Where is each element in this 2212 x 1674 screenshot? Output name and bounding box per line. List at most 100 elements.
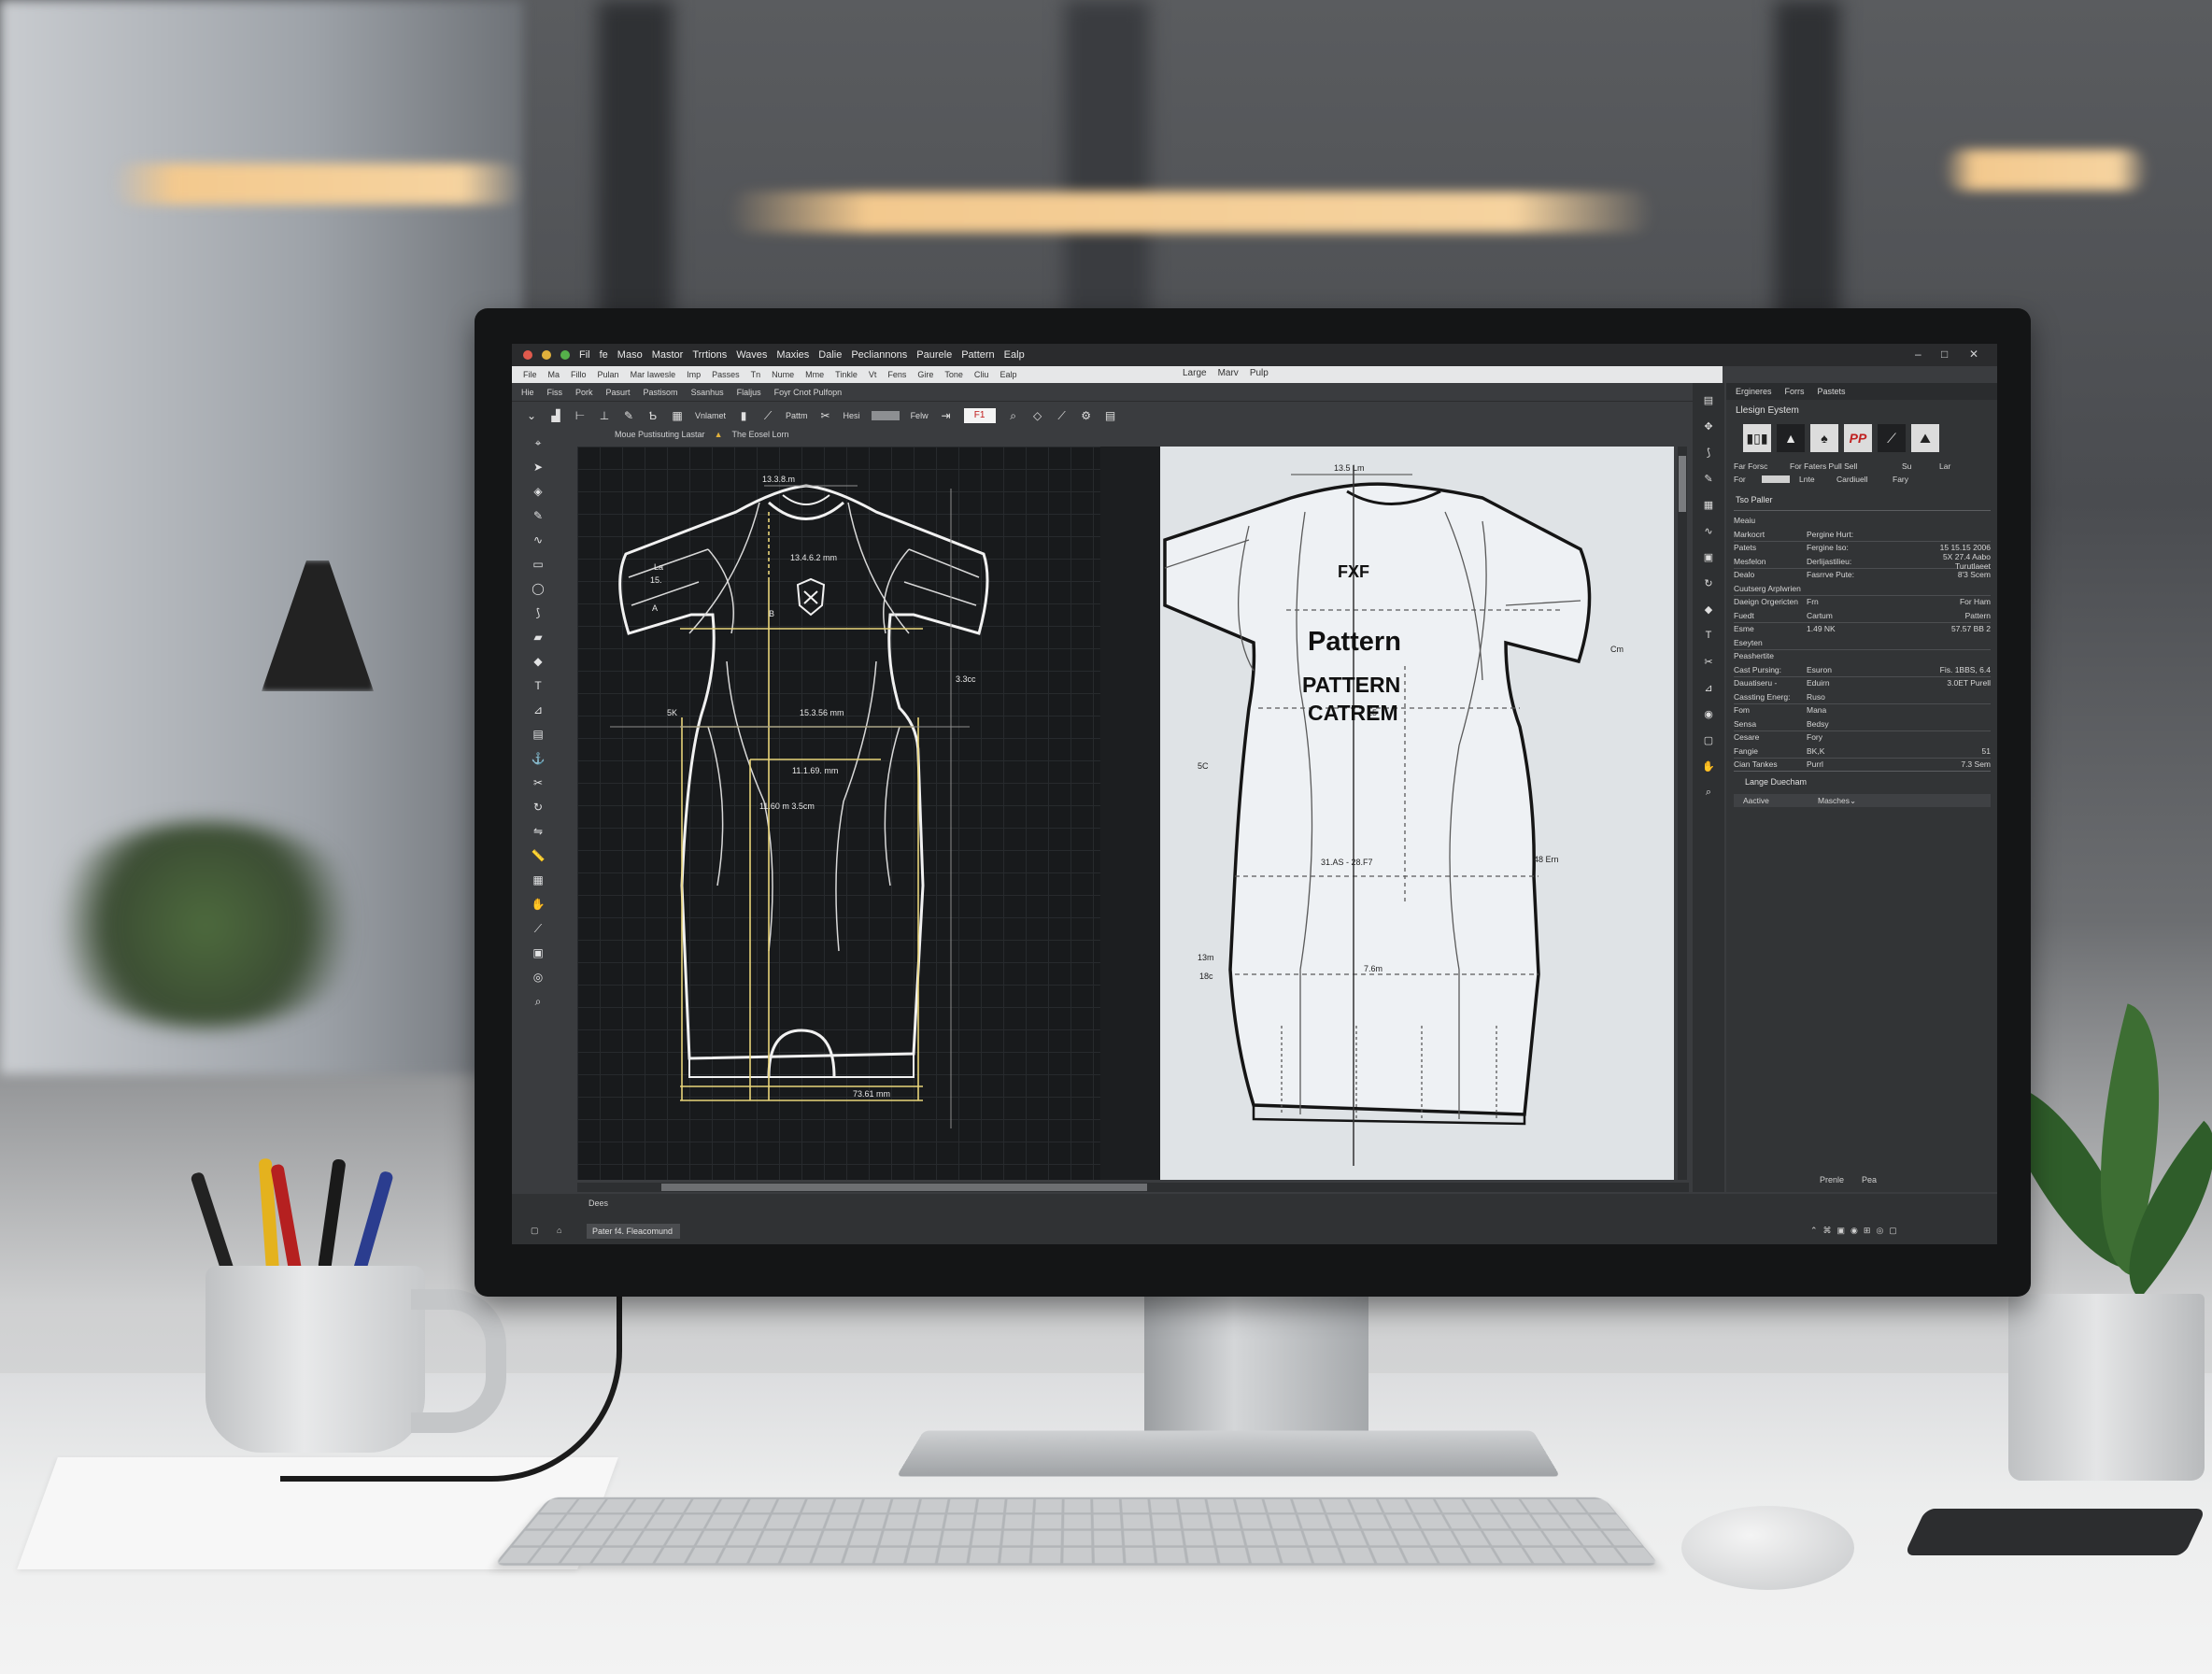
chevron-down-icon[interactable]: ⌄ — [1850, 796, 1863, 806]
menu-item[interactable]: Ealp — [1004, 349, 1025, 361]
brush-icon[interactable]: ⟆ — [531, 605, 546, 620]
property-row[interactable]: Cesare Fory — [1734, 731, 1991, 744]
close-button[interactable]: ✕ — [1969, 348, 1978, 361]
vertical-scroll-thumb[interactable] — [1679, 456, 1686, 512]
fill-icon[interactable]: ◆ — [1702, 603, 1715, 616]
hand-icon[interactable]: ✋ — [531, 897, 546, 912]
menu-item[interactable]: Nume — [772, 370, 794, 379]
eraser-icon[interactable]: ▰ — [531, 630, 546, 645]
text-icon[interactable]: T — [531, 678, 546, 693]
scissors-icon[interactable]: ✂ — [531, 775, 546, 790]
menu-item[interactable]: Maxies — [776, 349, 809, 361]
scissors-icon[interactable]: ✂ — [819, 409, 832, 422]
panel-tab[interactable]: Forrs — [1785, 387, 1805, 396]
menu-item[interactable]: Paurele — [916, 349, 952, 361]
tree-icon[interactable]: ♠ — [1810, 424, 1838, 452]
pencil-icon[interactable]: ✎ — [622, 409, 635, 422]
bar-chart-icon[interactable]: ▮▯▮ — [1743, 424, 1771, 452]
rotate-icon[interactable]: ↻ — [1702, 577, 1715, 589]
menu-item[interactable]: Mme — [805, 370, 824, 379]
menu-item[interactable]: Trrtions — [692, 349, 727, 361]
rotate-icon[interactable]: ↻ — [531, 800, 546, 815]
shirt-icon[interactable]: ▟ — [549, 409, 562, 422]
anchor-icon[interactable]: ⚓ — [531, 751, 546, 766]
menu-item[interactable]: Pecliannons — [851, 349, 907, 361]
arrow-icon[interactable]: ➤ — [531, 460, 546, 475]
menu-item[interactable]: Mar Iawesle — [631, 370, 676, 379]
text-icon[interactable]: T — [1702, 630, 1715, 641]
maximize-button[interactable]: □ — [1941, 348, 1948, 361]
menu-item[interactable]: Gire — [917, 370, 933, 379]
menu-item[interactable]: Imp — [687, 370, 701, 379]
menu-item[interactable]: Ealp — [1000, 370, 1016, 379]
property-row[interactable]: Cast Pursing: Esuron Fis. 1BBS, 6.4 — [1734, 663, 1991, 677]
zoom-icon[interactable]: ⌕ — [531, 994, 546, 1009]
grid-icon[interactable]: ▦ — [1702, 499, 1715, 511]
menu-item[interactable]: Maso — [617, 349, 643, 361]
dark-pattern-canvas[interactable]: 13.3.8.m La 15. 13.4.6.2 mm 3.3cc 15.3.5… — [577, 447, 1100, 1180]
maximize-dot[interactable] — [560, 350, 570, 360]
target-icon[interactable]: ◎ — [531, 970, 546, 985]
property-row[interactable]: Fom Mana — [1734, 703, 1991, 716]
pp-icon[interactable]: PP — [1844, 424, 1872, 452]
pen-icon[interactable]: ✎ — [1702, 473, 1715, 485]
eyedropper-icon[interactable]: ⟋ — [1056, 409, 1069, 422]
menu-item[interactable]: Tone — [944, 370, 963, 379]
close-dot[interactable] — [523, 350, 532, 360]
eye-icon[interactable]: ◉ — [1702, 708, 1715, 720]
menu-item[interactable]: Ma — [548, 370, 560, 379]
color-swatch[interactable] — [1762, 475, 1790, 483]
toolbar-item[interactable]: Pork — [575, 388, 593, 397]
status-icons[interactable]: ⌃⌘▣◉⊞◎▢ — [1810, 1226, 1903, 1236]
property-row[interactable]: Dauatiseru - Eduirn 3.0ET Purell — [1734, 676, 1991, 689]
property-row[interactable]: Dealo Fasrrve Pute: 8'3 Scem — [1734, 568, 1991, 581]
menu-item[interactable]: Mastor — [652, 349, 684, 361]
menu-item[interactable]: File — [523, 370, 537, 379]
property-row[interactable]: Esme 1.49 NK 57.57 BB 2 — [1734, 622, 1991, 635]
hand-icon[interactable]: ✋ — [1702, 760, 1715, 773]
menu-item[interactable]: Waves — [736, 349, 767, 361]
zoom-icon[interactable]: ⌕ — [1007, 409, 1020, 422]
menu-item[interactable]: Dalie — [818, 349, 842, 361]
node-icon[interactable]: ◈ — [531, 484, 546, 499]
property-row[interactable]: Eseyten — [1734, 636, 1991, 650]
scissors-icon[interactable]: ✂ — [1702, 656, 1715, 668]
menu-item[interactable]: Fillo — [571, 370, 587, 379]
lock-icon[interactable]: ▢ — [1702, 734, 1715, 746]
minimize-button[interactable]: – — [1915, 348, 1921, 361]
property-row[interactable]: Markocrt Pergine Hurt: — [1734, 528, 1991, 542]
property-row[interactable]: Daeign Orgericten Frn For Ham — [1734, 595, 1991, 608]
footer-row[interactable]: Aactive Masches ⌄ — [1734, 794, 1991, 807]
toolbar-item[interactable]: Ssanhus — [691, 388, 724, 397]
property-row[interactable]: Mesfelon Derlijastilieu: 5X 27.4 Aabo Turu… — [1734, 555, 1991, 569]
brush-icon[interactable]: ⟆ — [1702, 447, 1715, 459]
toolbar-item[interactable]: Foyr Cnot Pulfopn — [774, 388, 843, 397]
menu-item[interactable]: fe — [600, 349, 608, 361]
eyedropper-icon[interactable]: ⟋ — [531, 921, 546, 936]
toolbar-item[interactable]: Flaljus — [737, 388, 761, 397]
measure-icon[interactable]: ⇥ — [940, 409, 953, 422]
layout-tab[interactable]: Marv — [1218, 368, 1239, 378]
property-row[interactable]: Meaiu — [1734, 514, 1991, 527]
layout-tab[interactable]: Pulp — [1250, 368, 1269, 378]
fill-icon[interactable]: ◆ — [531, 654, 546, 669]
light-pattern-canvas[interactable]: 13.5 Lm Cm 5C 31.AS - 28.F7 48 Ern 13m 1… — [1160, 447, 1674, 1180]
menu-item[interactable]: Fil — [579, 349, 590, 361]
layers-icon[interactable]: ▤ — [1702, 394, 1715, 406]
panel-tab[interactable]: Ergineres — [1736, 387, 1772, 396]
red-badge[interactable]: F1 — [964, 408, 996, 423]
peak-icon[interactable]: ⛰ — [1911, 424, 1939, 452]
curve-icon[interactable]: ∿ — [531, 532, 546, 547]
pen-icon[interactable]: ⟋ — [761, 409, 774, 422]
chevron-down-icon[interactable]: ⌄ — [525, 409, 538, 422]
vertical-scrollbar[interactable] — [1678, 447, 1687, 1180]
menu-item[interactable]: Pattern — [961, 349, 994, 361]
menu-item[interactable]: Tinkle — [835, 370, 858, 379]
layer-icon[interactable]: ▤ — [531, 727, 546, 742]
grid-icon[interactable]: ▢ — [531, 1226, 539, 1236]
circle-icon[interactable]: ◯ — [531, 581, 546, 596]
horizontal-scroll-thumb[interactable] — [661, 1184, 1147, 1191]
menu-item[interactable]: Tn — [751, 370, 761, 379]
property-row[interactable]: Fangie BK,K 51 — [1734, 745, 1991, 759]
grid-icon[interactable]: ▦ — [531, 872, 546, 887]
